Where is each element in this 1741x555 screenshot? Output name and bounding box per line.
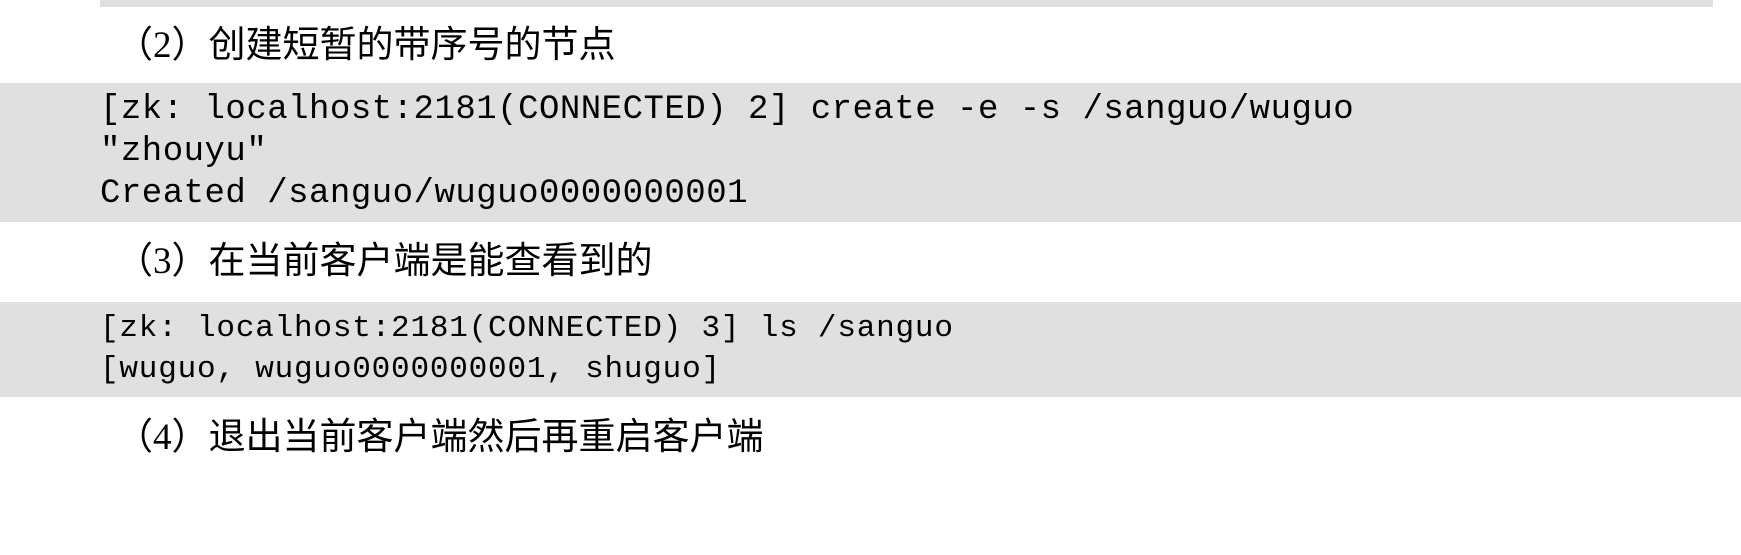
code-line: [wuguo, wuguo0000000001, shuguo] <box>100 351 721 387</box>
section-heading-4: （4）退出当前客户端然后再重启客户端 <box>116 416 764 458</box>
code-line: Created /sanguo/wuguo0000000001 <box>100 175 749 214</box>
previous-code-block-remnant <box>100 0 1713 7</box>
code-line: "zhouyu" <box>100 133 268 172</box>
code-block-ls-sanguo: [zk: localhost:2181(CONNECTED) 3] ls /sa… <box>0 301 1741 397</box>
code-block-create-ephemeral-sequential: [zk: localhost:2181(CONNECTED) 2] create… <box>0 83 1741 223</box>
section-heading-2: （2）创建短暂的带序号的节点 <box>116 25 616 66</box>
document-content: （2）创建短暂的带序号的节点 [zk: localhost:2181(CONNE… <box>0 7 1741 467</box>
code-line: [zk: localhost:2181(CONNECTED) 3] ls /sa… <box>100 310 954 346</box>
document-page: （2）创建短暂的带序号的节点 [zk: localhost:2181(CONNE… <box>0 0 1741 555</box>
section-heading-3: （3）在当前客户端是能查看到的 <box>116 241 653 283</box>
code-line: [zk: localhost:2181(CONNECTED) 2] create… <box>100 91 1355 130</box>
